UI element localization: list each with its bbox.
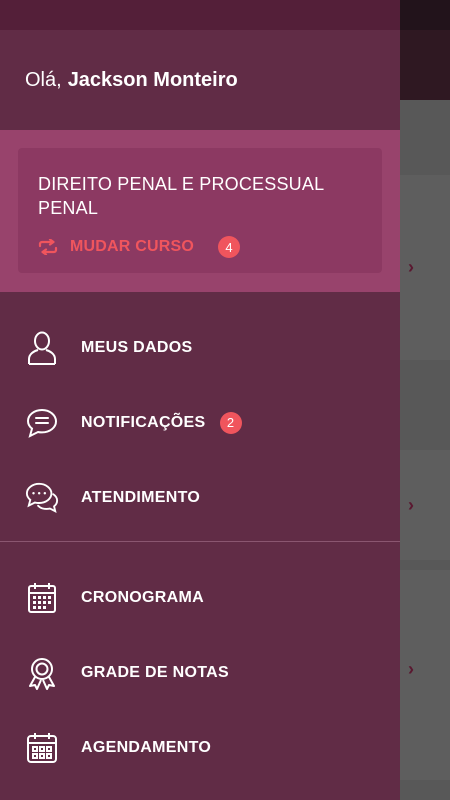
course-count-badge: 4 [217, 236, 240, 258]
calendar-grid-icon [25, 731, 59, 765]
menu-label: AGENDAMENTO [81, 738, 212, 756]
drawer-status-bar [0, 0, 400, 30]
greeting-hello: Olá, [25, 68, 62, 91]
chat-bubble-icon [25, 406, 59, 440]
menu-item-agendamento[interactable]: AGENDAMENTO [0, 710, 400, 785]
menu-item-cronograma[interactable]: CRONOGRAMA [0, 560, 400, 635]
chevron-right-icon: › [408, 495, 414, 515]
calendar-icon [25, 581, 59, 615]
primary-menu: MEUS DADOS NOTIFICAÇÕES 2 ATENDIMENTO [0, 292, 400, 535]
change-course-button[interactable]: MUDAR CURSO 4 [38, 236, 362, 258]
chevron-right-icon: › [408, 257, 414, 277]
menu-label: MEUS DADOS [81, 338, 193, 356]
navigation-drawer: Olá, Jackson Monteiro DIREITO PENAL E PR… [0, 0, 400, 800]
menu-label: NOTIFICAÇÕES [81, 413, 206, 431]
award-icon [25, 656, 59, 690]
menu-item-atendimento[interactable]: ATENDIMENTO [0, 460, 400, 535]
user-name: Jackson Monteiro [67, 68, 238, 91]
menu-item-grade-de-notas[interactable]: GRADE DE NOTAS [0, 635, 400, 710]
notifications-badge: 2 [219, 411, 242, 434]
secondary-menu: CRONOGRAMA GRADE DE NOTAS AGENDAMENTO [0, 542, 400, 785]
swap-icon [38, 238, 58, 256]
greeting: Olá, Jackson Monteiro [0, 30, 400, 130]
chat-bubbles-icon [25, 481, 59, 515]
menu-label: ATENDIMENTO [81, 488, 201, 506]
course-section: DIREITO PENAL E PROCESSUAL PENAL MUDAR C… [0, 130, 400, 292]
change-course-label: MUDAR CURSO [70, 238, 194, 255]
course-card: DIREITO PENAL E PROCESSUAL PENAL MUDAR C… [18, 148, 382, 273]
menu-label: GRADE DE NOTAS [81, 663, 229, 681]
menu-item-meus-dados[interactable]: MEUS DADOS [0, 310, 400, 385]
menu-label: CRONOGRAMA [81, 588, 204, 606]
menu-item-notificacoes[interactable]: NOTIFICAÇÕES 2 [0, 385, 400, 460]
course-title: DIREITO PENAL E PROCESSUAL PENAL [38, 174, 324, 218]
user-icon [25, 331, 59, 365]
chevron-right-icon: › [408, 659, 414, 679]
